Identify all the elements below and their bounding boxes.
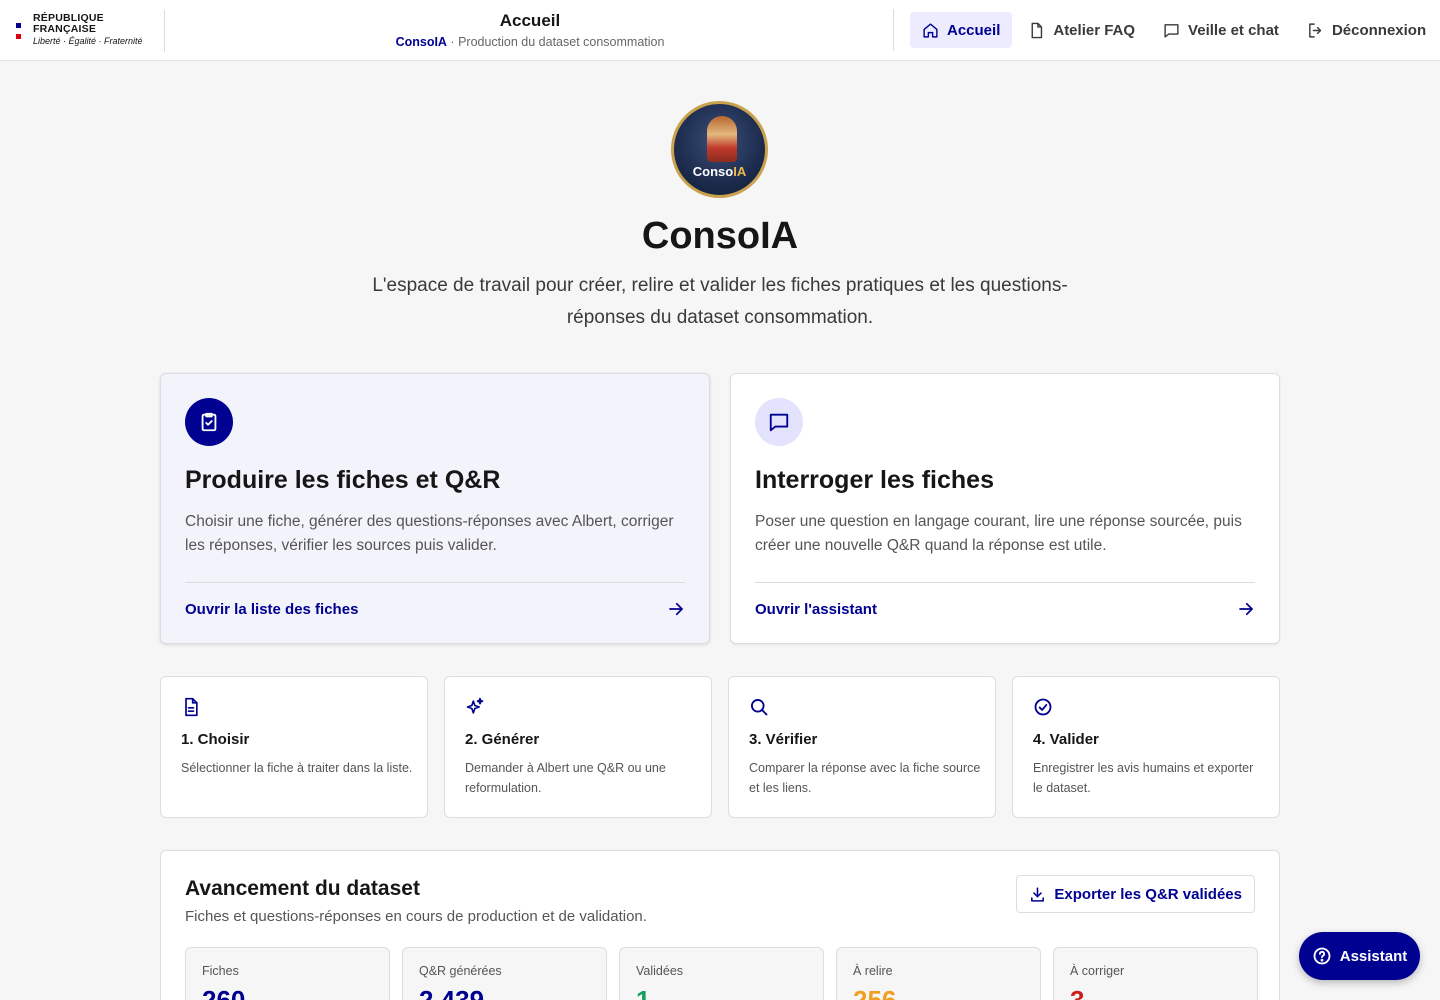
stat-label: Fiches [202,964,239,978]
breadcrumb: ConsoIA · Production du dataset consomma… [330,35,730,49]
card-interroger-fiches[interactable]: Interroger les fiches Poser une question… [730,373,1280,644]
help-circle-icon [1313,947,1331,965]
republique-francaise-logo[interactable]: République Française Liberté · Égalité ·… [16,10,165,52]
rf-motto: Liberté · Égalité · Fraternité [33,36,143,46]
stat-label: À corriger [1070,964,1125,978]
home-icon [923,22,938,38]
document-icon [185,697,198,717]
stat-value: 1 [636,985,651,1000]
step-choisir: 1. Choisir Sélectionner la fiche à trait… [160,676,428,818]
breadcrumb-home-link[interactable]: ConsoIA [396,35,447,49]
open-fiches-list-link[interactable]: Ouvrir la liste des fiches [185,600,685,618]
main-nav: Accueil Atelier FAQ Veille et chat Décon… [910,12,1438,48]
floating-assistant-button[interactable]: Assistant [1299,932,1420,980]
chat-icon [755,398,803,446]
nav-item-label: Déconnexion [1331,21,1427,39]
stat-value: 256 [853,985,897,1000]
nav-item-atelier-faq[interactable]: Atelier FAQ [1016,12,1147,48]
step-valider: 4. Valider Enregistrer les avis humains … [1012,676,1280,818]
stat-qr-generees: Q&R générées 2 439 [402,947,607,1000]
step-description: Comparer la réponse avec la fiche source… [749,761,981,795]
search-icon [751,699,768,716]
logo-text-conso: Conso [692,164,734,179]
file-icon [1031,22,1043,38]
step-title: 1. Choisir [181,731,250,748]
export-validated-qr-button[interactable]: Exporter les Q&R validées [1016,875,1255,913]
panel-title: Avancement du dataset [185,877,420,900]
chat-icon [1164,23,1179,38]
stat-value: 2 439 [419,985,485,1000]
rf-title-line-2: Française [33,23,97,35]
card-description: Poser une question en langage courant, l… [755,513,1242,554]
step-title: 2. Générer [465,731,540,748]
clipboard-check-icon [185,398,233,446]
download-icon [1031,886,1045,902]
assistant-button-label: Assistant [1339,947,1408,965]
step-description: Demander à Albert une Q&R ou une reformu… [465,761,666,795]
card-link-label: Ouvrir l'assistant [755,600,877,618]
stat-label: Validées [636,964,684,978]
stat-validees: Validées 1 [619,947,824,1000]
dataset-progress-panel: Avancement du dataset Fiches et question… [160,850,1280,1000]
panel-subtitle: Fiches et questions-réponses en cours de… [185,908,647,925]
check-circle-icon [1034,698,1052,716]
nav-item-label: Accueil [947,21,1001,39]
card-link-label: Ouvrir la liste des fiches [185,600,359,618]
page-title: Accueil [499,11,561,30]
nav-item-veille-et-chat[interactable]: Veille et chat [1151,12,1291,48]
stat-fiches: Fiches 260 [185,947,390,1000]
stat-a-corriger: À corriger 3 [1053,947,1258,1000]
nav-item-label: Veille et chat [1188,21,1279,39]
hero-subtitle: L'espace de travail pour créer, relire e… [372,275,1068,328]
sparkles-icon [466,697,484,714]
card-description: Choisir une fiche, générer des questions… [185,513,674,554]
step-description: Enregistrer les avis humains et exporter… [1033,761,1254,795]
card-title: Produire les fiches et Q&R [185,466,501,494]
hero-title: ConsoIA [641,215,799,257]
nav-item-deconnexion[interactable]: Déconnexion [1295,12,1438,48]
stat-value: 3 [1070,985,1085,1000]
stats-row: Fiches 260 Q&R générées 2 439 Validées 1… [185,947,1258,1000]
nav-item-accueil[interactable]: Accueil [910,12,1013,48]
card-title: Interroger les fiches [755,466,994,494]
consoia-logo: ConsoIA [671,101,768,198]
top-header: République Française Liberté · Égalité ·… [0,0,1440,61]
step-title: 4. Valider [1033,731,1099,748]
nav-divider [893,9,894,51]
french-flag-icon [16,23,21,39]
breadcrumb-separator: · [446,35,459,49]
step-generer: 2. Générer Demander à Albert une Q&R ou … [444,676,712,818]
step-verifier: 3. Vérifier Comparer la réponse avec la … [728,676,996,818]
export-button-label: Exporter les Q&R validées [1054,885,1242,903]
arrow-right-icon [1239,602,1253,616]
stat-a-relire: À relire 256 [836,947,1041,1000]
card-divider [185,582,685,583]
page-heading: Accueil ConsoIA · Production du dataset … [330,11,730,49]
nav-item-label: Atelier FAQ [1053,21,1136,39]
card-produire-fiches[interactable]: Produire les fiches et Q&R Choisir une f… [160,373,710,644]
stat-value: 260 [202,985,246,1000]
open-assistant-link[interactable]: Ouvrir l'assistant [755,600,1255,618]
step-description: Sélectionner la fiche à traiter dans la … [181,761,413,775]
logout-icon [1309,22,1322,38]
arrow-right-icon [669,602,683,616]
breadcrumb-current: Production du dataset consommation [458,35,665,49]
step-title: 3. Vérifier [749,731,818,748]
logo-text-ia: IA [733,164,747,179]
stat-label: Q&R générées [419,964,502,978]
justice-figure-illustration [707,116,737,162]
card-divider [755,582,1255,583]
stat-label: À relire [853,964,893,978]
